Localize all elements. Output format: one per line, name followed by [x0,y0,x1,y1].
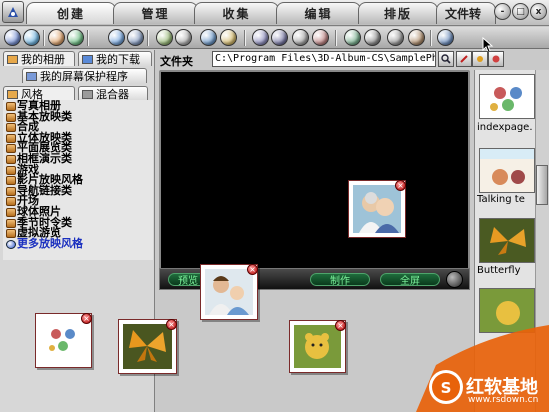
style-item[interactable]: 球体照片 [3,206,153,217]
volume-knob[interactable] [446,271,463,288]
toolbar-separator [335,30,337,46]
icon-toolbar [0,27,549,53]
style-item[interactable]: 写真相册 [3,100,153,111]
tab-layout[interactable]: 排版 [358,2,438,24]
tab-create[interactable]: 创建 [26,2,116,24]
close-icon[interactable]: × [81,313,92,324]
link-icon[interactable] [364,29,381,46]
gear-icon[interactable] [4,29,21,46]
close-icon[interactable]: × [247,264,258,275]
minimize-button[interactable]: - [494,3,511,20]
settings-icon[interactable] [127,29,144,46]
preview-photo-card[interactable]: × [348,180,406,238]
toolbar-separator [244,30,246,46]
edit-icon[interactable] [408,29,425,46]
camera-icon[interactable] [271,29,288,46]
tab-screensaver-label: 我的屏幕保护程序 [40,70,128,83]
main-tab-bar: 创建 管理 收集 编辑 排版 文件转 - □ x [0,0,549,26]
toolbar-separator [87,30,89,46]
move-icon[interactable] [108,29,125,46]
floating-butterfly-card[interactable]: × [118,319,177,374]
color-icon[interactable] [488,51,504,67]
preview-screen[interactable] [159,70,470,288]
folder-icon[interactable] [220,29,237,46]
photo-teddy-bear [294,325,341,368]
close-button[interactable]: x [530,3,547,20]
thumbnail-label: Butterfly [477,265,521,276]
tab-collect[interactable]: 收集 [194,2,279,24]
tab-my-download-label: 我的下载 [96,53,140,66]
thumbnail-label: indexpage. [477,122,533,133]
frame-icon[interactable] [312,29,329,46]
photo-butterfly [123,324,172,369]
scrollbar-thumb[interactable] [536,165,548,205]
style-icon [7,89,18,99]
watermark-url: www.rsdown.cn [468,395,539,405]
floating-teddy-card[interactable]: × [289,320,346,373]
tab-edit[interactable]: 编辑 [276,2,361,24]
tab-manage[interactable]: 管理 [113,2,198,24]
pencil-icon[interactable] [456,51,472,67]
toolbar-separator [43,30,45,46]
text-icon[interactable] [292,29,309,46]
thumbnail-talking-text[interactable] [479,148,535,193]
type-icon[interactable] [387,29,404,46]
user-icon[interactable] [344,29,361,46]
close-icon[interactable]: × [166,319,177,330]
floating-photo-card[interactable]: × [200,264,258,320]
tab-convert[interactable]: 文件转 [436,2,496,24]
style-list: 写真相册 基本放映类 合成 立体放映类 平面展览类 相框演示类 游戏 影片放映风… [3,100,153,260]
tab-screensaver[interactable]: 我的屏幕保护程序 [22,68,147,83]
photo-mother-baby [205,269,253,315]
search-icon[interactable] [438,51,454,67]
make-button[interactable]: 制作 [310,273,370,287]
print-icon[interactable] [175,29,192,46]
maximize-button[interactable]: □ [512,3,529,20]
download-folder-icon [82,54,93,64]
album-icon[interactable] [48,29,65,46]
tab-mixer[interactable]: 混合器 [78,86,148,101]
globe-icon[interactable] [67,29,84,46]
album-folder-icon [7,54,18,64]
close-icon[interactable]: × [335,320,346,331]
brush-icon[interactable] [472,51,488,67]
toolbar-separator [147,30,149,46]
folder-path-field[interactable]: C:\Program Files\3D-Album-CS\SamplePhot [212,51,436,67]
music-icon[interactable] [252,29,269,46]
watermark-logo: S 红软基地 www.rsdown.cn [416,325,549,412]
share-icon[interactable] [200,29,217,46]
more-styles-link[interactable]: 更多放映风格 [3,238,153,249]
tab-my-album-label: 我的相册 [21,53,65,66]
toolbar-separator [430,30,432,46]
app-logo-icon[interactable] [2,1,24,23]
tab-my-download[interactable]: 我的下载 [78,51,152,66]
photo-grandparents [353,185,401,233]
thumbnail-indexpage[interactable] [479,74,535,119]
mixer-icon [82,89,93,99]
help-icon[interactable] [23,29,40,46]
tab-my-album[interactable]: 我的相册 [3,51,75,66]
photo-index-page [40,318,87,363]
svg-text:S: S [441,379,452,397]
thumbnail-label: Talking te [477,194,525,205]
export-icon[interactable] [156,29,173,46]
screensaver-icon [26,71,37,81]
thumbnail-butterfly[interactable] [479,218,535,263]
style-item[interactable]: 相框演示类 [3,153,153,164]
fullscreen-button[interactable]: 全屏 [380,273,440,287]
folder-label: 文件夹 [160,55,193,68]
floating-index-card[interactable]: × [35,313,92,368]
web-icon[interactable] [437,29,454,46]
close-icon[interactable]: × [395,180,406,191]
